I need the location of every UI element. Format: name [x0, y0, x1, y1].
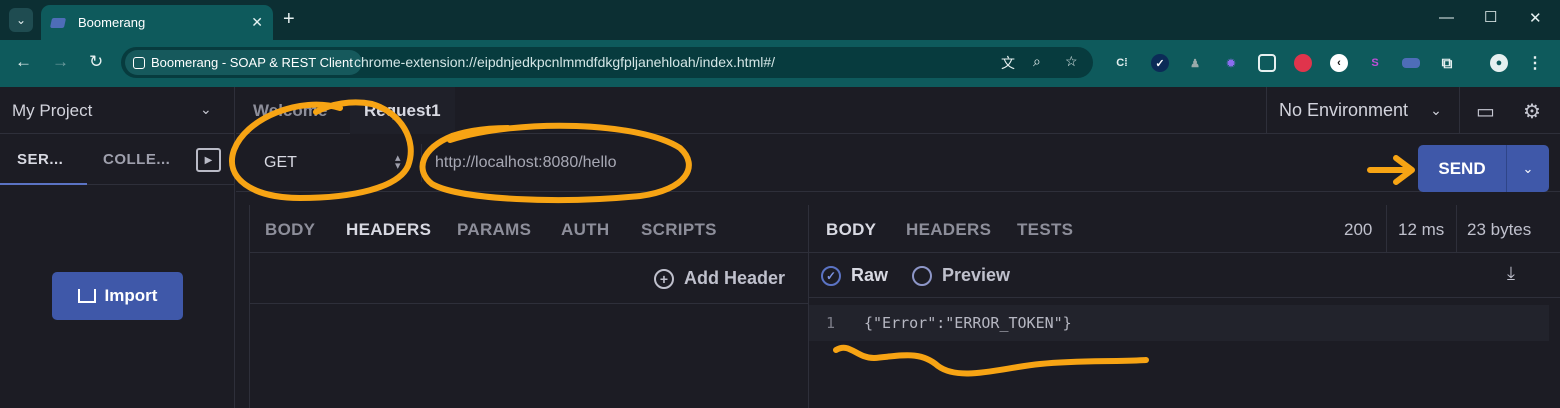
browser-tab-title: Boomerang: [78, 15, 146, 30]
url-input[interactable]: http://localhost:8080/hello: [421, 144, 1423, 182]
zoom-icon[interactable]: ⌕: [1033, 53, 1041, 70]
minimize-window-icon[interactable]: —: [1439, 9, 1454, 26]
divider: [809, 297, 1560, 298]
method-select[interactable]: GET ▴ ▾: [249, 144, 411, 182]
tab-request-scripts[interactable]: SCRIPTS: [641, 220, 717, 240]
sidebar-tab-services[interactable]: SER...: [17, 151, 63, 168]
red-extension-icon[interactable]: [1294, 54, 1312, 72]
chevron-down-icon: ⌄: [15, 13, 27, 27]
browser-menu-icon[interactable]: ⋮: [1526, 54, 1544, 72]
tab-request-params[interactable]: PARAMS: [457, 220, 531, 240]
figure-extension-icon[interactable]: ♟: [1186, 54, 1204, 72]
ci-extension-icon[interactable]: C⁞: [1113, 54, 1131, 72]
send-options-chevron-icon[interactable]: ⌄: [1507, 145, 1549, 192]
site-info-chip[interactable]: Boomerang - SOAP & REST Client: [125, 50, 362, 75]
tab-request1[interactable]: Request1: [350, 87, 455, 134]
browser-tabstrip: ⌄ Boomerang ✕ + — ☐ ✕: [0, 0, 1560, 40]
site-chip-label: Boomerang - SOAP & REST Client: [151, 55, 353, 70]
chevron-down-icon: ⌄: [1430, 102, 1442, 118]
address-url: chrome-extension://eipdnjedkpcnlmmdfdkgf…: [354, 54, 776, 70]
bookmark-star-icon[interactable]: ☆: [1065, 53, 1078, 70]
tab-response-headers[interactable]: HEADERS: [906, 220, 991, 240]
boomerang-favicon-icon: [49, 17, 67, 28]
import-label: Import: [104, 286, 158, 305]
raw-radio[interactable]: ✓: [821, 265, 841, 286]
tab-request-body[interactable]: BODY: [265, 220, 315, 240]
download-icon[interactable]: ⤓: [1507, 263, 1515, 284]
tab-request-headers[interactable]: HEADERS: [346, 220, 431, 240]
gear-extension-icon[interactable]: ✹: [1222, 54, 1240, 72]
response-time: 12 ms: [1398, 220, 1445, 239]
divider: [250, 303, 808, 304]
url-value: http://localhost:8080/hello: [435, 154, 617, 171]
browser-toolbar: ← → ↻ Boomerang - SOAP & REST Client chr…: [0, 40, 1560, 87]
response-code-line: 1 {"Error":"ERROR_TOKEN"}: [809, 305, 1549, 341]
back-button[interactable]: ←: [15, 52, 32, 72]
environment-select[interactable]: No Environment ⌄: [1266, 87, 1460, 134]
import-icon: [77, 289, 96, 303]
translate-icon[interactable]: 文: [1001, 53, 1015, 73]
chevron-left-extension-icon[interactable]: ‹: [1330, 54, 1348, 72]
main-panel: Welcome Request1 No Environment ⌄ ▭ ⚙ GE…: [236, 87, 1560, 408]
environment-label: No Environment: [1279, 100, 1409, 120]
s-extension-icon[interactable]: S: [1366, 54, 1384, 72]
send-button[interactable]: SEND: [1418, 145, 1506, 192]
preview-label[interactable]: Preview: [942, 265, 1010, 286]
request-panel: BODY HEADERS PARAMS AUTH SCRIPTS + Add H…: [249, 205, 808, 408]
puzzle-extensions-icon[interactable]: ⧉: [1438, 54, 1456, 72]
reload-button[interactable]: ↻: [89, 52, 103, 72]
maximize-window-icon[interactable]: ☐: [1484, 8, 1497, 26]
sidebar-tab-collections[interactable]: COLLE...: [103, 151, 170, 168]
plus-circle-icon: +: [654, 268, 674, 289]
view-mode-options: ✓ Raw Preview: [821, 265, 1010, 286]
boomerang-extension-icon[interactable]: [1402, 58, 1420, 68]
chat-icon[interactable]: ▭: [1476, 99, 1495, 124]
import-button[interactable]: Import: [52, 272, 183, 320]
raw-label[interactable]: Raw: [851, 265, 888, 286]
boomerang-app: My Project ⌄ SER... COLLE... ▶ Import We…: [0, 87, 1560, 408]
active-tab-indicator: [0, 183, 87, 185]
run-collection-icon[interactable]: ▶: [196, 148, 221, 172]
tab-response-body[interactable]: BODY: [826, 220, 876, 240]
tab-welcome[interactable]: Welcome: [253, 87, 327, 134]
response-panel-tabs: BODY HEADERS TESTS 200 12 ms 23 bytes: [809, 205, 1560, 253]
profile-avatar-icon[interactable]: ●: [1490, 54, 1508, 72]
sidebar-tabs: SER... COLLE... ▶: [0, 133, 235, 185]
method-value: GET: [264, 154, 297, 171]
request-panel-tabs: BODY HEADERS PARAMS AUTH SCRIPTS: [250, 205, 808, 253]
tab-search-button[interactable]: ⌄: [9, 8, 33, 32]
extension-icon: [133, 56, 145, 69]
address-bar[interactable]: Boomerang - SOAP & REST Client chrome-ex…: [121, 47, 1093, 78]
request-tabs: Welcome Request1 No Environment ⌄ ▭ ⚙: [236, 87, 1560, 134]
screen: ⌄ Boomerang ✕ + — ☐ ✕ ← → ↻ Boomerang - …: [0, 0, 1560, 408]
shield-check-extension-icon[interactable]: ✓: [1151, 54, 1169, 72]
browser-tab[interactable]: Boomerang ✕: [41, 5, 273, 40]
chevron-down-icon[interactable]: ⌄: [200, 101, 212, 118]
updown-chevron-icon: ▴ ▾: [395, 152, 401, 172]
add-header-label: Add Header: [684, 268, 786, 288]
settings-gear-icon[interactable]: ⚙: [1523, 99, 1541, 124]
response-body[interactable]: {"Error":"ERROR_TOKEN"}: [864, 314, 1072, 332]
close-window-icon[interactable]: ✕: [1529, 9, 1542, 27]
tab-request-auth[interactable]: AUTH: [561, 220, 609, 240]
request-bar: GET ▴ ▾ http://localhost:8080/hello SEND …: [236, 134, 1560, 192]
line-number: 1: [826, 314, 836, 332]
response-panel: BODY HEADERS TESTS 200 12 ms 23 bytes ✓ …: [808, 205, 1560, 408]
divider: [1456, 205, 1457, 253]
forward-button[interactable]: →: [52, 52, 69, 72]
add-header-button[interactable]: + Add Header: [654, 268, 785, 289]
new-tab-button[interactable]: +: [283, 9, 295, 29]
tab-response-tests[interactable]: TESTS: [1017, 220, 1073, 240]
sidebar: My Project ⌄ SER... COLLE... ▶ Import: [0, 87, 235, 408]
send-button-group: SEND ⌄: [1418, 145, 1549, 192]
divider: [1386, 205, 1387, 253]
close-tab-icon[interactable]: ✕: [251, 14, 263, 31]
window-extension-icon[interactable]: [1258, 54, 1276, 72]
preview-radio[interactable]: [912, 265, 933, 286]
project-name[interactable]: My Project: [12, 101, 92, 121]
response-size: 23 bytes: [1467, 220, 1532, 239]
status-code: 200: [1344, 220, 1373, 239]
